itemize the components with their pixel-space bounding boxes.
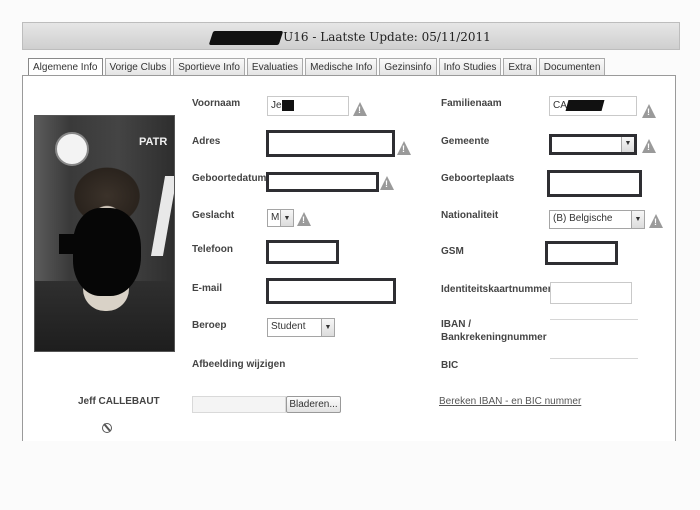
label-iban-line2: Bankrekeningnummer: [441, 332, 547, 343]
label-gsm: GSM: [441, 246, 464, 257]
voornaam-input[interactable]: Je: [267, 96, 349, 116]
geslacht-select[interactable]: M ▼: [267, 209, 294, 227]
chevron-down-icon: ▼: [631, 211, 644, 228]
gemeente-warning-icon: !: [642, 139, 656, 153]
club-logo-icon: [55, 132, 89, 166]
email-input[interactable]: [266, 278, 396, 304]
tab-medische-info[interactable]: Medische Info: [305, 58, 378, 75]
beroep-select[interactable]: Student ▼: [267, 318, 335, 337]
no-entry-icon[interactable]: [102, 423, 112, 433]
redacted-voornaam: [281, 99, 294, 111]
tab-info-studies[interactable]: Info Studies: [438, 58, 502, 75]
label-voornaam: Voornaam: [192, 98, 241, 109]
gemeente-select[interactable]: ▼: [549, 134, 637, 155]
label-geslacht: Geslacht: [192, 210, 235, 221]
chevron-down-icon: ▼: [621, 137, 634, 152]
label-identiteitskaartnummer: Identiteitskaartnummer: [441, 284, 552, 295]
label-email: E-mail: [192, 283, 223, 294]
label-beroep: Beroep: [192, 320, 227, 331]
tab-extra[interactable]: Extra: [503, 58, 537, 75]
adres-input[interactable]: [266, 130, 395, 157]
player-photo: PATR CK: [34, 115, 175, 352]
player-profile-page: U16 - Laatste Update: 05/11/2011 Algemen…: [0, 0, 700, 510]
geslacht-warning-icon: !: [297, 212, 311, 226]
telefoon-input[interactable]: [266, 240, 339, 264]
iban-input[interactable]: [550, 319, 638, 341]
label-adres: Adres: [192, 136, 221, 147]
voornaam-warning-icon: !: [353, 102, 367, 116]
photo-brand-text: PATR: [139, 136, 168, 148]
gsm-input[interactable]: [545, 241, 618, 265]
nationaliteit-value: (B) Belgische: [553, 213, 613, 224]
label-telefoon: Telefoon: [192, 244, 233, 255]
familienaam-warning-icon: !: [642, 104, 656, 118]
tab-vorige-clubs[interactable]: Vorige Clubs: [104, 58, 172, 75]
redacted-familienaam: [565, 99, 605, 111]
chevron-down-icon: ▼: [321, 319, 334, 336]
label-iban-line1: IBAN /: [441, 319, 471, 330]
label-afbeelding-wijzigen: Afbeelding wijzigen: [192, 359, 286, 370]
geboortedatum-warning-icon: !: [380, 176, 394, 190]
redacted-name-block: [208, 30, 284, 45]
voornaam-value: Je: [271, 100, 282, 111]
nationaliteit-warning-icon: !: [649, 214, 663, 228]
chevron-down-icon: ▼: [280, 210, 293, 226]
window-title-bar: U16 - Laatste Update: 05/11/2011: [22, 22, 680, 50]
geboorteplaats-input[interactable]: [547, 170, 642, 197]
nationaliteit-select[interactable]: (B) Belgische ▼: [549, 210, 645, 229]
tab-gezinsinfo[interactable]: Gezinsinfo: [379, 58, 437, 75]
window-title: U16 - Laatste Update: 05/11/2011: [283, 30, 491, 44]
bic-input[interactable]: [550, 358, 638, 380]
file-path-input[interactable]: [192, 396, 286, 413]
label-familienaam: Familienaam: [441, 98, 502, 109]
tab-documenten[interactable]: Documenten: [538, 58, 606, 75]
label-geboortedatum: Geboortedatum: [192, 173, 267, 184]
familienaam-input[interactable]: CA: [549, 96, 637, 116]
geboortedatum-input[interactable]: [266, 172, 379, 192]
iban-bic-calculator-link[interactable]: Bereken IBAN - en BIC nummer: [439, 396, 581, 407]
label-bic: BIC: [441, 360, 459, 371]
tab-sportieve-info[interactable]: Sportieve Info: [173, 58, 245, 75]
label-gemeente: Gemeente: [441, 136, 490, 147]
browse-button[interactable]: Bladeren...: [286, 396, 341, 413]
label-nationaliteit: Nationaliteit: [441, 210, 499, 221]
identiteitskaartnummer-input[interactable]: [550, 282, 632, 304]
photo-background-stripe: [150, 176, 174, 256]
label-geboorteplaats: Geboorteplaats: [441, 173, 515, 184]
player-name: Jeff CALLEBAUT: [78, 396, 160, 407]
tab-evaluaties[interactable]: Evaluaties: [246, 58, 304, 75]
geslacht-value: M: [271, 212, 280, 223]
adres-warning-icon: !: [397, 141, 411, 155]
tab-bar: Algemene Info Vorige Clubs Sportieve Inf…: [28, 58, 607, 77]
beroep-value: Student: [271, 321, 306, 332]
face-redaction-bar: [59, 234, 105, 254]
